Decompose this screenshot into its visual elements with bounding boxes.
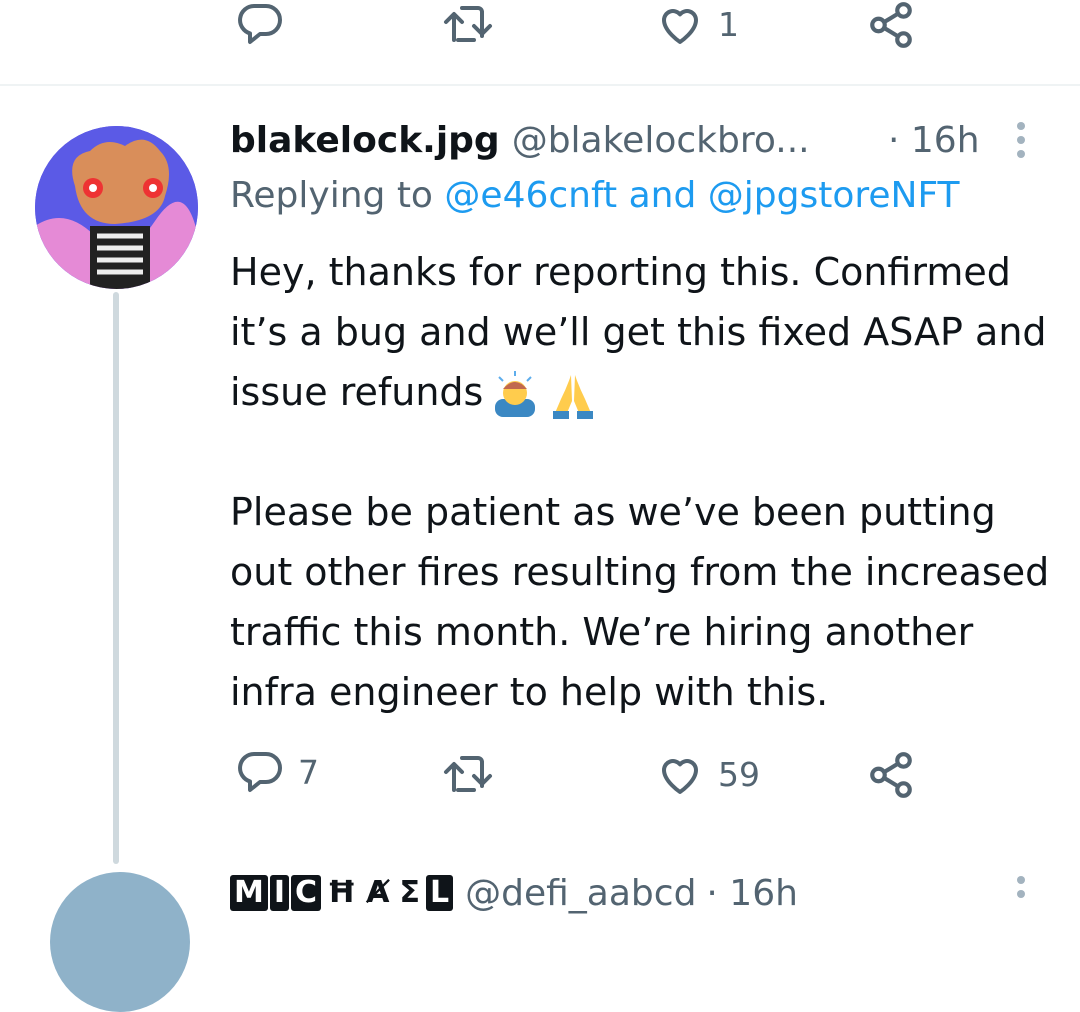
reply-icon (236, 0, 284, 48)
more-dot-icon (1017, 150, 1025, 158)
more-options-button[interactable] (1006, 872, 1036, 916)
replying-prefix: Replying to (230, 175, 433, 216)
replying-to: Replying to @e46cnft and @jpgstoreNFT (230, 175, 960, 216)
tweet-timestamp[interactable]: · 16h (706, 873, 798, 914)
like-button[interactable]: 59 (656, 750, 760, 798)
more-dot-icon (1017, 890, 1025, 898)
tweet-divider (0, 84, 1080, 86)
mention-link-1[interactable]: @e46cnft (444, 175, 617, 216)
tweet-paragraph-1-text: Hey, thanks for reporting this. Confirme… (230, 250, 1047, 414)
replying-and: and (628, 175, 697, 216)
user-handle[interactable]: @defi_aabcd (465, 873, 696, 914)
reply-icon (236, 748, 284, 796)
retweet-button[interactable] (442, 0, 494, 48)
more-dot-icon (1017, 136, 1025, 144)
retweet-icon (442, 0, 494, 48)
reply-count: 7 (298, 752, 319, 792)
mention-link-2[interactable]: @jpgstoreNFT (708, 175, 960, 216)
tweet-paragraph-2: Please be patient as we’ve been putting … (230, 490, 1050, 714)
share-icon (866, 750, 916, 800)
more-dot-icon (1017, 122, 1025, 130)
avatar[interactable] (50, 872, 190, 1012)
avatar[interactable] (35, 126, 198, 289)
share-button[interactable] (866, 0, 916, 50)
reply-button[interactable]: 7 (236, 748, 319, 796)
reply-button[interactable] (236, 0, 284, 48)
tweet-header: blakelock.jpg @blakelockbro... (230, 112, 810, 168)
like-count: 1 (718, 4, 739, 44)
thread-line (113, 292, 119, 864)
next-tweet-header: M I C Ħ Ⱥ Σ L @defi_aabcd · 16h (230, 868, 798, 918)
more-options-button[interactable] (1006, 118, 1036, 162)
retweet-button[interactable] (442, 750, 494, 798)
tweet-paragraph-1: Hey, thanks for reporting this. Confirme… (230, 242, 1060, 422)
retweet-icon (442, 750, 494, 798)
share-icon (866, 0, 916, 50)
display-name[interactable]: blakelock.jpg (230, 120, 500, 161)
tweet-spacer (230, 422, 1060, 482)
share-button[interactable] (866, 750, 916, 800)
more-dot-icon (1017, 876, 1025, 884)
tweet-timestamp[interactable]: · 16h (888, 112, 980, 168)
like-button[interactable]: 1 (656, 0, 739, 48)
like-count: 59 (718, 754, 760, 794)
user-handle[interactable]: @blakelockbro... (512, 120, 810, 161)
previous-tweet-actions: 1 (0, 0, 1080, 84)
heart-icon (656, 750, 704, 798)
folded-hands-emoji (547, 369, 599, 421)
heart-icon (656, 0, 704, 48)
tweet-body: Hey, thanks for reporting this. Confirme… (230, 242, 1060, 722)
man-bowing-emoji (489, 369, 541, 421)
